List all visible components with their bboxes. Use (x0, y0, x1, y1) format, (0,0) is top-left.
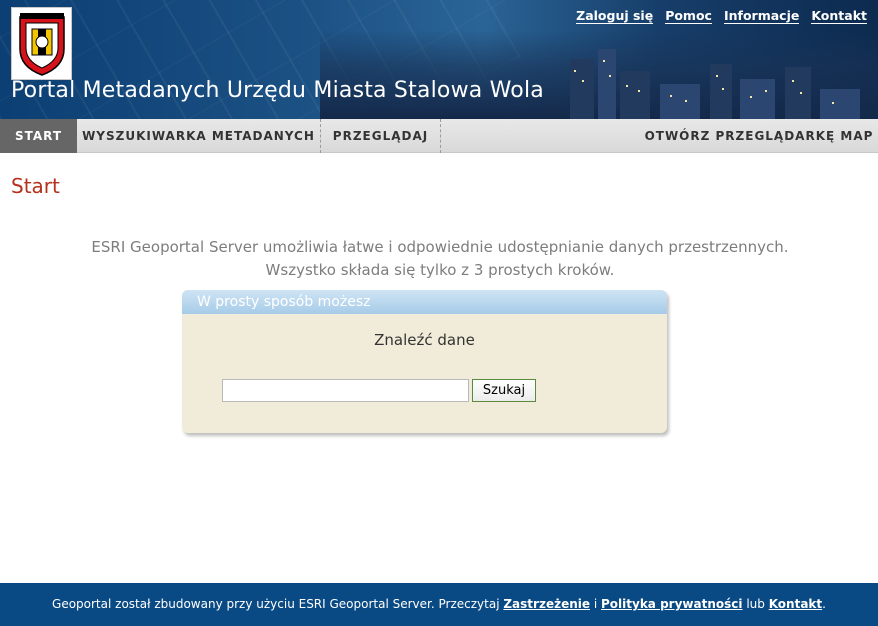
footer-or: lub (746, 597, 765, 611)
contact-link[interactable]: Kontakt (811, 8, 867, 24)
tab-browse[interactable]: PRZEGLĄDAJ (321, 119, 441, 153)
tab-open-map-viewer[interactable]: OTWÓRZ PRZEGLĄDARKĘ MAP (640, 119, 878, 153)
privacy-policy-link[interactable]: Polityka prywatności (601, 597, 743, 611)
information-link[interactable]: Informacje (723, 8, 800, 24)
login-link[interactable]: Zaloguj się (576, 8, 654, 24)
main-nav: START WYSZUKIWARKA METADANYCH PRZEGLĄDAJ… (0, 119, 878, 153)
search-input[interactable] (222, 379, 469, 402)
panel-header: W prosty sposób możesz (182, 290, 667, 314)
footer-and: i (593, 597, 598, 611)
footer: Geoportal został zbudowany przy użyciu E… (0, 583, 878, 626)
portal-title: Portal Metadanych Urzędu Miasta Stalowa … (11, 78, 544, 103)
page-title: Start (11, 174, 60, 198)
city-skyline-image (320, 30, 878, 119)
tab-start[interactable]: START (0, 119, 77, 153)
help-link[interactable]: Pomoc (665, 8, 712, 24)
footer-period: . (822, 597, 826, 611)
footer-contact-link[interactable]: Kontakt (769, 597, 822, 611)
footer-text: Geoportal został zbudowany przy użyciu E… (52, 597, 500, 611)
city-logo[interactable] (11, 7, 72, 80)
coat-of-arms-icon (19, 13, 65, 76)
disclaimer-link[interactable]: Zastrzeżenie (503, 597, 590, 611)
search-panel: W prosty sposób możesz Znaleźć dane Szuk… (182, 290, 667, 433)
header-banner: Portal Metadanych Urzędu Miasta Stalowa … (0, 0, 878, 119)
top-links: Zaloguj się Pomoc Informacje Kontakt (576, 8, 867, 24)
intro-line-1: ESRI Geoportal Server umożliwia łatwe i … (91, 238, 789, 256)
intro-line-2: Wszystko składa się tylko z 3 prostych k… (265, 261, 615, 279)
tab-metadata-search[interactable]: WYSZUKIWARKA METADANYCH (77, 119, 321, 153)
search-button[interactable]: Szukaj (472, 379, 536, 402)
find-data-heading: Znaleźć dane (374, 331, 475, 349)
